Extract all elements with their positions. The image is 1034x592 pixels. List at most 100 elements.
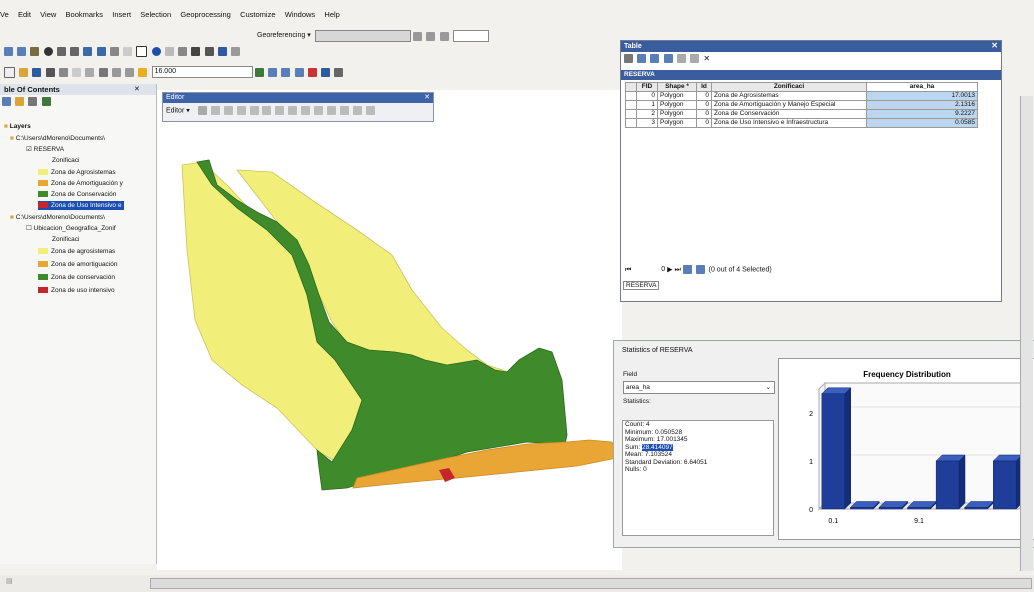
delete-icon[interactable] xyxy=(98,67,108,77)
cut-polygons-icon[interactable] xyxy=(301,106,311,115)
horizontal-scrollbar[interactable] xyxy=(150,578,1032,589)
search-window-icon[interactable] xyxy=(294,67,304,77)
table-tab-reserva[interactable]: RESERVA xyxy=(623,281,660,290)
forward-extent-icon[interactable] xyxy=(96,47,106,56)
col-id[interactable]: Id xyxy=(696,82,712,92)
list-by-source-icon[interactable] xyxy=(15,97,25,107)
col-fid[interactable]: FID xyxy=(636,82,658,92)
menu-insert[interactable]: Insert xyxy=(112,10,131,19)
layers-root[interactable]: ■ Layers xyxy=(4,122,31,131)
zoom-in-icon[interactable] xyxy=(4,47,13,56)
select-by-attributes-icon[interactable] xyxy=(650,54,660,64)
new-icon[interactable] xyxy=(4,66,15,78)
edit-tool-icon[interactable] xyxy=(197,106,207,115)
select-elements-icon[interactable] xyxy=(136,46,148,57)
checkbox-checked-icon[interactable]: ☑ xyxy=(26,146,32,153)
print-icon[interactable] xyxy=(45,67,55,77)
show-all-records-icon[interactable] xyxy=(682,265,692,274)
menu-selection[interactable]: Selection xyxy=(140,10,171,19)
zoom-to-selected-icon[interactable] xyxy=(690,54,700,64)
model-builder-icon[interactable] xyxy=(334,67,344,77)
menu-geoprocessing[interactable]: Geoprocessing xyxy=(180,10,230,19)
catalog-window-icon[interactable] xyxy=(281,67,291,77)
list-by-selection-icon[interactable] xyxy=(41,97,51,107)
table-row[interactable]: 3 Polygon 0 Zona de Uso Intensivo e Infraes… xyxy=(625,118,978,128)
save-icon[interactable] xyxy=(32,67,42,77)
undo-icon[interactable] xyxy=(111,67,121,77)
split-icon[interactable] xyxy=(314,106,324,115)
close-icon[interactable]: ✕ xyxy=(424,93,430,101)
create-features-icon[interactable] xyxy=(366,106,376,115)
copy-icon[interactable] xyxy=(72,67,82,77)
edit-annotation-icon[interactable] xyxy=(210,106,220,115)
find-icon[interactable] xyxy=(164,47,174,56)
close-table-icon[interactable]: ✕ xyxy=(703,54,710,63)
georef-table-icon[interactable] xyxy=(439,31,449,41)
georef-tool-icon[interactable] xyxy=(413,31,423,41)
georef-link-icon[interactable] xyxy=(426,31,436,41)
editor-menu[interactable]: Editor ▾ xyxy=(166,107,190,114)
attributes-icon[interactable] xyxy=(340,106,350,115)
menu-bookmarks[interactable]: Bookmarks xyxy=(66,10,104,19)
layer-reserva[interactable]: ☑ RESERVA xyxy=(26,145,64,154)
group2[interactable]: ■ C:\Users\dMoreno\Documents\ xyxy=(10,213,105,222)
cut-icon[interactable] xyxy=(58,67,68,77)
fixed-zoom-out-icon[interactable] xyxy=(70,47,80,56)
checkbox-unchecked-icon[interactable]: ☐ xyxy=(26,225,32,232)
pan-icon[interactable] xyxy=(30,47,40,56)
zoom-out-icon[interactable] xyxy=(17,47,27,56)
menu-edit[interactable]: Edit xyxy=(18,10,31,19)
clear-selection-icon[interactable] xyxy=(123,47,133,56)
table-row[interactable]: 0 Polygon 0 Zona de Agrosistemas 17.0013 xyxy=(625,91,978,101)
table-options-icon[interactable] xyxy=(624,54,633,64)
map-scale-select[interactable]: 16.000 xyxy=(151,66,253,78)
editor-toolbar-icon[interactable] xyxy=(254,67,264,77)
python-window-icon[interactable] xyxy=(320,67,330,77)
col-shape[interactable]: Shape * xyxy=(657,82,697,92)
col-zonificaci[interactable]: Zonificaci xyxy=(711,82,867,92)
col-area-ha[interactable]: area_ha xyxy=(866,82,978,92)
table-row[interactable]: 2 Polygon 0 Zona de Conservación 9.2227 xyxy=(625,109,978,119)
table-row[interactable]: 1 Polygon 0 Zona de Amortiguación y Manejo … xyxy=(625,100,978,110)
map-canvas[interactable] xyxy=(157,90,622,570)
show-selected-records-icon[interactable] xyxy=(695,265,705,274)
menu-file[interactable]: Ve xyxy=(0,10,9,19)
binoculars-icon[interactable] xyxy=(191,47,201,56)
paste-icon[interactable] xyxy=(85,67,95,77)
close-icon[interactable]: ✕ xyxy=(134,85,140,93)
measure-icon[interactable] xyxy=(178,47,188,56)
list-by-drawing-order-icon[interactable] xyxy=(2,97,11,107)
sketch-properties-icon[interactable] xyxy=(353,106,363,115)
point-icon[interactable] xyxy=(262,106,272,115)
map-view[interactable] xyxy=(157,90,622,570)
first-record-icon[interactable]: ⏮ xyxy=(625,266,631,273)
georeferencing-menu[interactable]: Georeferencing ▾ xyxy=(255,31,313,41)
georef-input[interactable] xyxy=(452,30,489,42)
open-icon[interactable] xyxy=(19,67,29,77)
next-record-icon[interactable]: ▶ xyxy=(667,266,672,273)
legend-item-selected[interactable]: Zona de Uso Intensivo e xyxy=(38,201,125,210)
vertical-scrollbar[interactable] xyxy=(1020,96,1033,571)
menu-view[interactable]: View xyxy=(40,10,56,19)
arctoolbox-icon[interactable] xyxy=(307,67,317,77)
html-popup-icon[interactable] xyxy=(217,47,227,56)
identify-icon[interactable] xyxy=(151,47,161,56)
reshape-icon[interactable] xyxy=(288,106,298,115)
related-tables-icon[interactable] xyxy=(637,54,647,64)
switch-selection-icon[interactable] xyxy=(663,54,673,64)
list-by-visibility-icon[interactable] xyxy=(28,97,38,107)
back-extent-icon[interactable] xyxy=(83,47,93,56)
menu-windows[interactable]: Windows xyxy=(285,10,315,19)
add-data-icon[interactable] xyxy=(138,67,148,77)
time-slider-icon[interactable] xyxy=(230,47,240,56)
close-icon[interactable]: ✕ xyxy=(991,41,998,50)
clear-table-selection-icon[interactable] xyxy=(676,54,686,64)
menu-help[interactable]: Help xyxy=(324,10,339,19)
endpoint-arc-icon[interactable] xyxy=(236,106,246,115)
full-extent-icon[interactable] xyxy=(43,47,53,56)
layer-ubicacion[interactable]: ☐ Ubicacion_Geografica_Zonif xyxy=(26,224,116,233)
go-to-xy-icon[interactable] xyxy=(204,47,214,56)
toc-window-icon[interactable] xyxy=(268,67,278,77)
menu-customize[interactable]: Customize xyxy=(240,10,275,19)
edit-vertices-icon[interactable] xyxy=(275,106,285,115)
